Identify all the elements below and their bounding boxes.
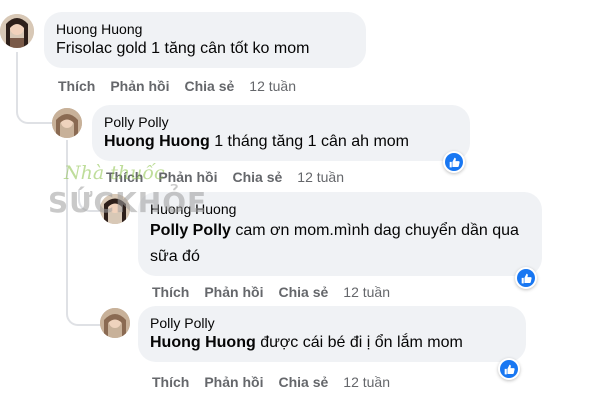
reply-button[interactable]: Phản hồi bbox=[110, 77, 169, 95]
reaction-badge[interactable] bbox=[443, 151, 465, 173]
mention-link[interactable]: Huong Huong bbox=[104, 133, 210, 150]
share-button[interactable]: Chia sẻ bbox=[278, 283, 328, 301]
avatar[interactable] bbox=[100, 194, 130, 224]
timestamp[interactable]: 12 tuần bbox=[297, 168, 344, 186]
thread-connector bbox=[16, 100, 52, 124]
comment-bubble: Polly Polly Huong Huong 1 tháng tăng 1 c… bbox=[92, 105, 470, 161]
thumbs-up-icon bbox=[504, 364, 515, 374]
mention-link[interactable]: Polly Polly bbox=[150, 222, 231, 239]
thread-connector bbox=[66, 302, 102, 326]
thumbs-up-icon bbox=[521, 273, 532, 283]
comment-text: Huong Huong 1 tháng tăng 1 cân ah mom bbox=[104, 131, 458, 153]
like-button[interactable]: Thích bbox=[152, 373, 189, 391]
comment-bubble: Huong Huong Polly Polly cam ơn mom.mình … bbox=[138, 192, 542, 276]
comment-text: Huong Huong được cái bé đi ị ổn lắm mom bbox=[150, 332, 514, 354]
comment-body: 1 tháng tăng 1 cân ah mom bbox=[209, 133, 409, 150]
comment-text: Polly Polly cam ơn mom.mình dag chuyển d… bbox=[150, 218, 530, 270]
share-button[interactable]: Chia sẻ bbox=[278, 373, 328, 391]
like-button[interactable]: Thích bbox=[152, 283, 189, 301]
comment-author[interactable]: Polly Polly bbox=[150, 314, 514, 332]
avatar[interactable] bbox=[52, 108, 82, 138]
timestamp[interactable]: 12 tuần bbox=[249, 77, 296, 95]
thumbs-up-icon bbox=[449, 157, 460, 167]
comment-actions: Thích Phản hồi Chia sẻ 12 tuần bbox=[106, 168, 344, 186]
avatar[interactable] bbox=[0, 14, 34, 48]
thread-line bbox=[66, 140, 68, 310]
comment-body: Frisolac gold 1 tăng cân tốt ko mom bbox=[56, 40, 310, 57]
avatar[interactable] bbox=[100, 308, 130, 338]
timestamp[interactable]: 12 tuần bbox=[343, 373, 390, 391]
timestamp[interactable]: 12 tuần bbox=[343, 283, 390, 301]
comment-actions: Thích Phản hồi Chia sẻ 12 tuần bbox=[58, 77, 296, 95]
share-button[interactable]: Chia sẻ bbox=[232, 168, 282, 186]
comment-actions: Thích Phản hồi Chia sẻ 12 tuần bbox=[152, 283, 390, 301]
mention-link[interactable]: Huong Huong bbox=[150, 334, 256, 351]
comment-text: Frisolac gold 1 tăng cân tốt ko mom bbox=[56, 38, 354, 60]
comment-actions: Thích Phản hồi Chia sẻ 12 tuần bbox=[152, 373, 390, 391]
comment-author[interactable]: Huong Huong bbox=[150, 200, 530, 218]
comment-author[interactable]: Huong Huong bbox=[56, 20, 354, 38]
comment-bubble: Huong Huong Frisolac gold 1 tăng cân tốt… bbox=[44, 12, 366, 68]
reaction-badge[interactable] bbox=[498, 358, 520, 380]
share-button[interactable]: Chia sẻ bbox=[184, 77, 234, 95]
reaction-badge[interactable] bbox=[515, 267, 537, 289]
thread-connector bbox=[78, 190, 102, 212]
like-button[interactable]: Thích bbox=[106, 168, 143, 186]
comment-body: được cái bé đi ị ổn lắm mom bbox=[255, 334, 463, 351]
reply-button[interactable]: Phản hồi bbox=[204, 283, 263, 301]
comment-bubble: Polly Polly Huong Huong được cái bé đi ị… bbox=[138, 306, 526, 362]
comment-author[interactable]: Polly Polly bbox=[104, 113, 458, 131]
reply-button[interactable]: Phản hồi bbox=[204, 373, 263, 391]
like-button[interactable]: Thích bbox=[58, 77, 95, 95]
reply-button[interactable]: Phản hồi bbox=[158, 168, 217, 186]
